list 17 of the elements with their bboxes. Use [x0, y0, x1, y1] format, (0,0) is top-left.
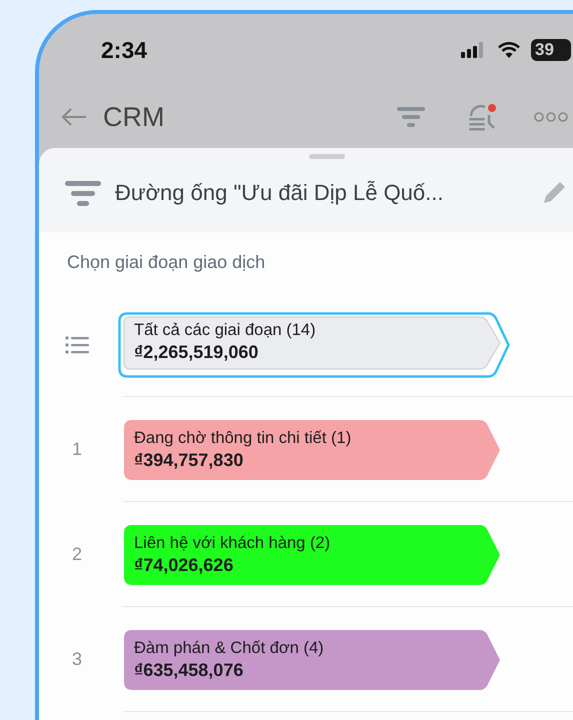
pencil-icon[interactable]: [541, 180, 567, 206]
pipeline-title: Đường ống "Ưu đãi Dịp Lễ Quố...: [115, 180, 444, 206]
activity-list-icon[interactable]: [467, 103, 499, 131]
list-icon: [65, 336, 89, 354]
funnel-icon: [65, 178, 101, 206]
page-title: CRM: [103, 102, 164, 132]
stage-number: 1: [72, 439, 82, 460]
battery-icon: 39: [531, 39, 571, 61]
stage-chip[interactable]: Tất cả các giai đoạn (14) ₫2,265,519,060: [118, 312, 510, 378]
drag-handle[interactable]: [309, 154, 345, 159]
status-time: 2:34: [101, 36, 148, 64]
wifi-icon: [497, 42, 521, 58]
section-label: Chọn giai đoạn giao dịch: [66, 252, 266, 274]
stage-number: 3: [72, 649, 82, 670]
filter-icon[interactable]: [395, 105, 427, 129]
stage-number: 2: [72, 544, 82, 565]
back-arrow-icon[interactable]: [61, 108, 87, 126]
